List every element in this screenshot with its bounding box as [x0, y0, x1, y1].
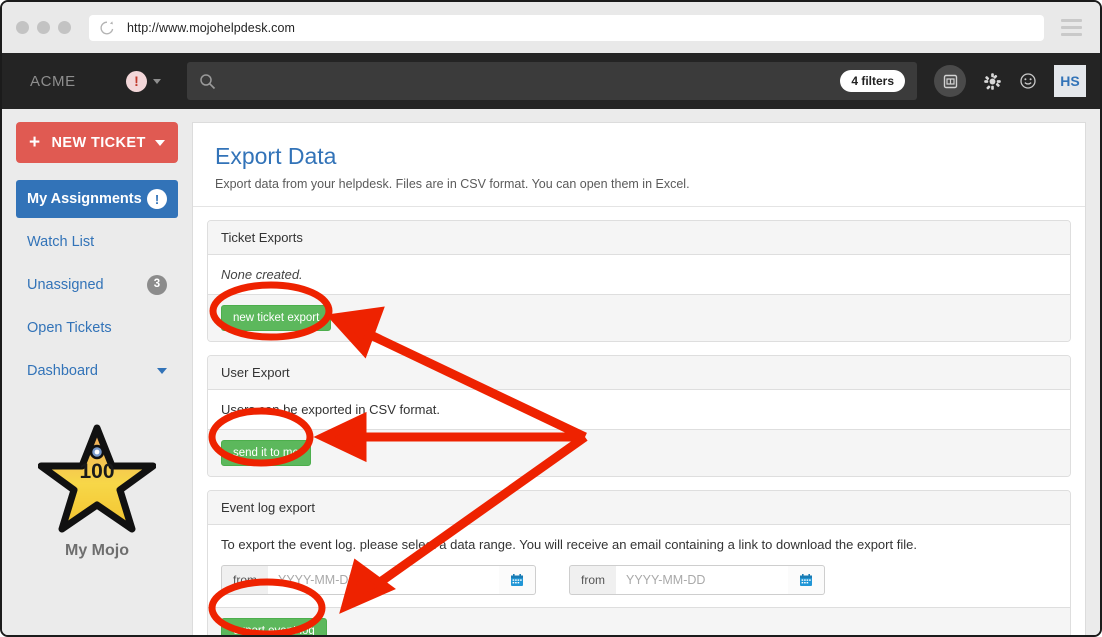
- app-body: + NEW TICKET My Assignments ! Watch List…: [2, 109, 1100, 635]
- sidebar-item-label: Unassigned: [27, 277, 104, 293]
- alert-menu[interactable]: !: [126, 70, 161, 92]
- app-header: ACME ! 4 filters HS: [2, 53, 1100, 109]
- window-controls[interactable]: [16, 21, 71, 34]
- sidebar-item-my-assignments[interactable]: My Assignments !: [16, 180, 178, 218]
- date-from-group-2: from: [569, 565, 825, 595]
- date-from-label-1: from: [221, 565, 268, 595]
- date-from-input-1[interactable]: [268, 565, 499, 595]
- smiley-icon[interactable]: [1019, 72, 1037, 90]
- chevron-down-icon[interactable]: [157, 368, 167, 374]
- search-input[interactable]: [216, 73, 841, 89]
- window-minimize-button[interactable]: [37, 21, 50, 34]
- search-bar[interactable]: 4 filters: [187, 62, 917, 100]
- header-icons: HS: [934, 65, 1086, 97]
- gear-icon[interactable]: [983, 72, 1002, 91]
- knowledge-base-icon[interactable]: [934, 65, 966, 97]
- export-event-log-button[interactable]: export event log: [221, 618, 327, 635]
- date-from-group-1: from: [221, 565, 536, 595]
- page-title: Export Data: [215, 143, 337, 169]
- avatar[interactable]: HS: [1054, 65, 1086, 97]
- panel-body: None created.: [208, 255, 1070, 294]
- panel-heading: Ticket Exports: [208, 221, 1070, 255]
- sidebar-item-dashboard[interactable]: Dashboard: [16, 352, 178, 390]
- new-ticket-button[interactable]: + NEW TICKET: [16, 122, 178, 163]
- plus-icon: +: [29, 132, 41, 153]
- window-close-button[interactable]: [16, 21, 29, 34]
- panel-body: Users can be exported in CSV format.: [208, 390, 1070, 429]
- date-from-label-2: from: [569, 565, 616, 595]
- search-icon: [200, 73, 216, 89]
- sidebar-item-open-tickets[interactable]: Open Tickets: [16, 309, 178, 347]
- sidebar-item-label: Watch List: [27, 234, 95, 250]
- panel-user-export: User Export Users can be exported in CSV…: [207, 355, 1071, 477]
- panels-container: Ticket Exports None created. new ticket …: [193, 207, 1085, 635]
- calendar-icon-1[interactable]: [499, 565, 536, 595]
- alert-icon[interactable]: !: [126, 70, 147, 92]
- sidebar-item-watch-list[interactable]: Watch List: [16, 223, 178, 261]
- alert-badge-icon: !: [147, 189, 167, 209]
- page-subtitle: Export data from your helpdesk. Files ar…: [215, 177, 690, 191]
- event-log-description: To export the event log. please select a…: [221, 537, 917, 552]
- send-it-to-me-button[interactable]: send it to me: [221, 440, 311, 466]
- panel-heading: User Export: [208, 356, 1070, 390]
- filters-pill[interactable]: 4 filters: [840, 70, 905, 92]
- url-bar[interactable]: http://www.mojohelpdesk.com: [89, 14, 1044, 41]
- panel-footer: send it to me: [208, 429, 1070, 476]
- sidebar-item-label: Dashboard: [27, 363, 98, 379]
- page-header: Export Data Export data from your helpde…: [193, 123, 1085, 207]
- calendar-icon-2[interactable]: [788, 565, 825, 595]
- chevron-down-icon[interactable]: [155, 139, 165, 146]
- sidebar-item-unassigned[interactable]: Unassigned 3: [16, 266, 178, 304]
- mojo-widget[interactable]: 100 My Mojo: [16, 422, 178, 560]
- sidebar-nav: My Assignments ! Watch List Unassigned 3…: [16, 180, 178, 390]
- panel-footer: new ticket export: [208, 294, 1070, 341]
- url-text: http://www.mojohelpdesk.com: [127, 20, 296, 35]
- mojo-star-icon: 100: [37, 422, 157, 534]
- panel-footer: export event log: [208, 607, 1070, 635]
- mojo-label: My Mojo: [65, 542, 129, 559]
- new-ticket-label: NEW TICKET: [51, 134, 146, 151]
- new-ticket-export-button[interactable]: new ticket export: [221, 305, 332, 331]
- brand-name[interactable]: ACME: [16, 73, 126, 90]
- date-from-input-2[interactable]: [616, 565, 788, 595]
- panel-body: To export the event log. please select a…: [208, 525, 1070, 607]
- chevron-down-icon[interactable]: [153, 78, 161, 84]
- sidebar-item-label: My Assignments: [27, 191, 142, 207]
- hamburger-menu-icon[interactable]: [1056, 19, 1086, 36]
- main-content: Export Data Export data from your helpde…: [192, 122, 1086, 635]
- mojo-score: 100: [79, 460, 115, 483]
- panel-heading: Event log export: [208, 491, 1070, 525]
- date-range-row: from YYYY-MM-DD from YYYY-MM-DD: [221, 565, 1057, 595]
- browser-window: http://www.mojohelpdesk.com ACME ! 4 fil…: [0, 0, 1102, 637]
- panel-ticket-exports: Ticket Exports None created. new ticket …: [207, 220, 1071, 342]
- window-maximize-button[interactable]: [58, 21, 71, 34]
- status-badge: 3: [147, 275, 167, 295]
- reload-icon[interactable]: [99, 20, 115, 36]
- sidebar-item-label: Open Tickets: [27, 320, 112, 336]
- sidebar: + NEW TICKET My Assignments ! Watch List…: [2, 109, 192, 635]
- panel-event-log-export: Event log export To export the event log…: [207, 490, 1071, 635]
- browser-chrome: http://www.mojohelpdesk.com: [2, 2, 1100, 53]
